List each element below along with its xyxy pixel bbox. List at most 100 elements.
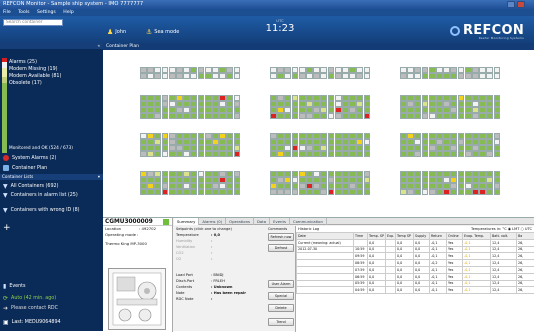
container-slot[interactable] [458,107,465,113]
container-slot[interactable] [450,133,457,139]
container-slot[interactable] [335,113,342,119]
container-slot[interactable] [277,139,284,145]
container-slot[interactable] [306,133,313,139]
container-slot[interactable] [436,177,443,183]
container-slot[interactable] [313,101,320,107]
container-slot[interactable] [313,67,320,73]
container-slot[interactable] [429,183,436,189]
container-slot[interactable] [400,95,407,101]
container-slot[interactable] [436,107,443,113]
tab-summary[interactable]: Summary [174,218,199,225]
container-slot[interactable] [234,183,241,189]
container-slot[interactable] [328,189,335,195]
container-slot[interactable] [219,113,226,119]
container-slot[interactable] [270,67,277,73]
container-slot[interactable] [472,177,479,183]
container-slot[interactable] [190,107,197,113]
container-slot[interactable] [198,183,205,189]
container-slot[interactable] [190,113,197,119]
container-slot[interactable] [486,189,493,195]
container-slot[interactable] [205,95,212,101]
container-slot[interactable] [407,177,414,183]
container-slot[interactable] [299,107,306,113]
container-slot[interactable] [400,189,407,195]
setpoint-o2[interactable]: O2: [175,256,267,262]
container-slot[interactable] [422,145,429,151]
column-header[interactable]: Temp SP [396,233,414,240]
container-slot[interactable] [335,189,342,195]
container-slot[interactable] [183,73,190,79]
container-slot[interactable] [306,177,313,183]
tab-communication[interactable]: Communication [290,218,327,225]
container-slot[interactable] [169,171,176,177]
container-slot[interactable] [284,189,291,195]
container-slot[interactable] [494,171,501,177]
container-slot[interactable] [472,183,479,189]
container-slot[interactable] [154,67,161,73]
container-slot[interactable] [328,139,335,145]
container-slot[interactable] [364,107,371,113]
container-slot[interactable] [356,189,363,195]
container-slot[interactable] [429,95,436,101]
container-slot[interactable] [292,177,299,183]
container-slot[interactable] [234,145,241,151]
container-slot[interactable] [465,113,472,119]
container-slot[interactable] [349,139,356,145]
container-slot[interactable] [270,73,277,79]
container-slot[interactable] [429,133,436,139]
container-slot[interactable] [422,183,429,189]
container-slot[interactable] [169,113,176,119]
container-slot[interactable] [407,189,414,195]
container-slot[interactable] [284,107,291,113]
container-slot[interactable] [212,107,219,113]
container-slot[interactable] [479,107,486,113]
container-slot[interactable] [342,183,349,189]
container-slot[interactable] [292,73,299,79]
container-slot[interactable] [364,113,371,119]
container-slot[interactable] [494,151,501,157]
container-slot[interactable] [284,101,291,107]
container-slot[interactable] [356,183,363,189]
container-slot[interactable] [205,183,212,189]
container-slot[interactable] [320,95,327,101]
container-slot[interactable] [494,113,501,119]
container-slot[interactable] [472,133,479,139]
container-slot[interactable] [328,133,335,139]
stat-modem-available[interactable]: Modem Available (81) [9,74,61,79]
container-slot[interactable] [458,145,465,151]
container-slot[interactable] [169,183,176,189]
sidebar-item-contact[interactable]: ➜ Please contact RDC [3,305,58,312]
container-slot[interactable] [414,133,421,139]
container-slot[interactable] [226,67,233,73]
container-slot[interactable] [212,151,219,157]
container-slot[interactable] [400,113,407,119]
container-slot[interactable] [140,113,147,119]
container-slot[interactable] [349,95,356,101]
container-slot[interactable] [414,101,421,107]
container-slot[interactable] [494,183,501,189]
container-slot[interactable] [443,73,450,79]
container-slot[interactable] [292,139,299,145]
container-slot[interactable] [140,151,147,157]
container-slot[interactable] [436,113,443,119]
container-slot[interactable] [472,101,479,107]
container-slot[interactable] [422,133,429,139]
container-slot[interactable] [205,113,212,119]
container-slot[interactable] [169,67,176,73]
container-slot[interactable] [364,145,371,151]
container-slot[interactable] [292,171,299,177]
container-slot[interactable] [479,113,486,119]
container-slot[interactable] [162,171,169,177]
container-slot[interactable] [299,139,306,145]
container-slot[interactable] [407,73,414,79]
container-slot[interactable] [162,107,169,113]
container-slot[interactable] [335,95,342,101]
container-slot[interactable] [270,95,277,101]
container-slot[interactable] [176,95,183,101]
container-slot[interactable] [494,177,501,183]
container-slot[interactable] [400,177,407,183]
user-indicator[interactable]: ♟ John [107,28,126,36]
container-slot[interactable] [364,139,371,145]
container-slot[interactable] [335,133,342,139]
container-slot[interactable] [162,139,169,145]
